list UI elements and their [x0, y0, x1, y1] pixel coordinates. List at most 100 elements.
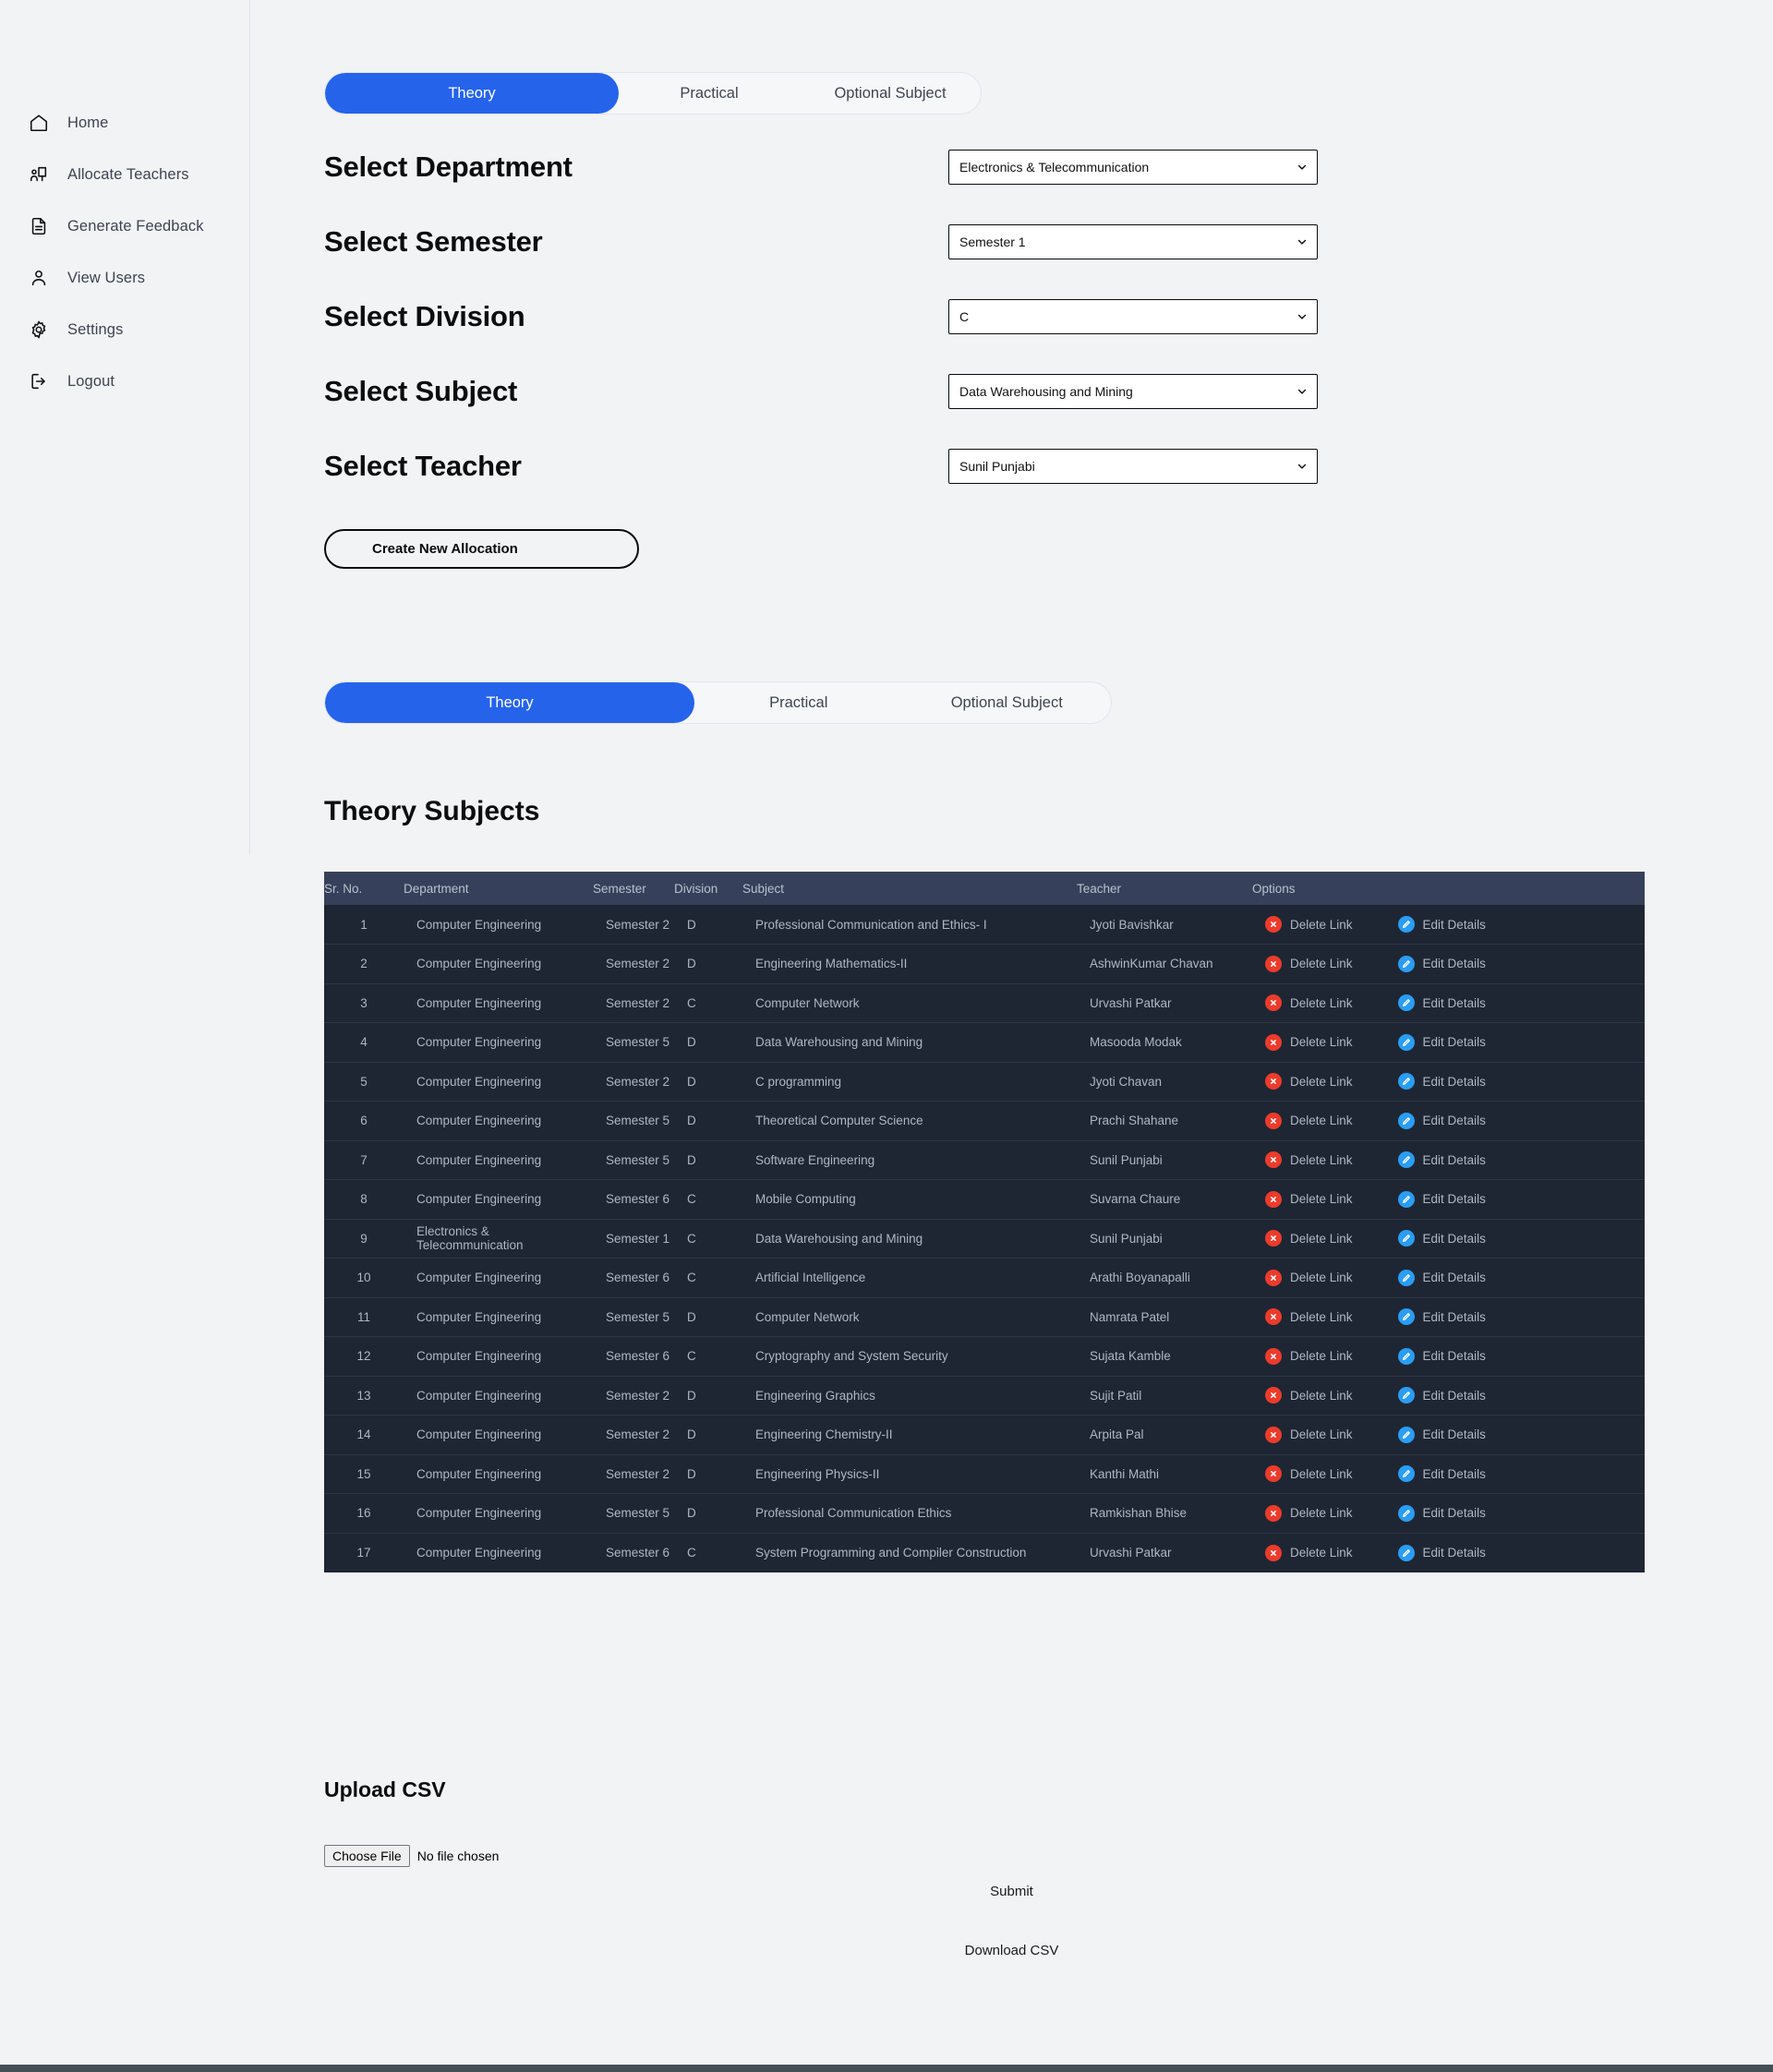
edit-details-button[interactable]: Edit Details [1397, 1387, 1486, 1404]
edit-details-label: Edit Details [1422, 1388, 1486, 1403]
semester-select[interactable]: Semester 1 [948, 223, 1318, 259]
create-new-allocation-button[interactable]: Create New Allocation [324, 529, 639, 569]
cell-semester: Semester 5 [593, 1101, 674, 1140]
cell-division: C [674, 1532, 742, 1572]
sidebar-item-logout[interactable]: Logout [0, 355, 249, 407]
tab-optional-subject-top[interactable]: Optional Subject [800, 73, 981, 114]
sidebar-item-label: View Users [67, 269, 146, 286]
delete-icon [1265, 1387, 1282, 1404]
cell-subject: Artificial Intelligence [742, 1258, 1077, 1297]
edit-details-button[interactable]: Edit Details [1397, 1426, 1486, 1443]
delete-link-button[interactable]: Delete Link [1265, 1151, 1353, 1169]
delete-link-button[interactable]: Delete Link [1265, 916, 1353, 933]
tab-theory-top[interactable]: Theory [325, 73, 619, 114]
sidebar-item-allocate-teachers[interactable]: Allocate Teachers [0, 149, 249, 200]
delete-link-button[interactable]: Delete Link [1265, 1426, 1353, 1443]
edit-details-button[interactable]: Edit Details [1397, 1033, 1486, 1051]
table-row: 8 Computer Engineering Semester 6 C Mobile C… [324, 1179, 1645, 1219]
edit-details-button[interactable]: Edit Details [1397, 1504, 1486, 1522]
cell-semester: Semester 6 [593, 1179, 674, 1219]
delete-link-button[interactable]: Delete Link [1265, 955, 1353, 972]
cell-sr-no: 8 [324, 1179, 404, 1219]
cell-department: Computer Engineering [404, 1532, 593, 1572]
cell-teacher: Ramkishan Bhise [1077, 1493, 1252, 1533]
edit-details-button[interactable]: Edit Details [1397, 1151, 1486, 1169]
delete-link-label: Delete Link [1290, 1192, 1353, 1207]
table-row: 15 Computer Engineering Semester 2 D Enginee… [324, 1453, 1645, 1494]
choose-file-button[interactable]: Choose File [324, 1845, 410, 1867]
tab-optional-subject-lower[interactable]: Optional Subject [903, 682, 1112, 723]
subject-select[interactable]: Data Warehousing and Mining [948, 373, 1318, 409]
tab-practical-top[interactable]: Practical [619, 73, 800, 114]
delete-link-button[interactable]: Delete Link [1265, 1190, 1353, 1208]
delete-link-button[interactable]: Delete Link [1265, 1269, 1353, 1286]
edit-details-button[interactable]: Edit Details [1397, 1190, 1486, 1208]
cell-teacher: Jyoti Chavan [1077, 1061, 1252, 1102]
cell-subject: Computer Network [742, 982, 1077, 1023]
edit-icon [1397, 1073, 1415, 1090]
cell-department: Computer Engineering [404, 1101, 593, 1140]
delete-link-label: Delete Link [1290, 917, 1353, 932]
sidebar-item-home[interactable]: Home [0, 97, 249, 149]
download-csv-link[interactable]: Download CSV [250, 1943, 1773, 1958]
edit-details-label: Edit Details [1422, 1074, 1486, 1089]
allocation-form: Select Department Electronics & Telecomm… [324, 129, 1358, 503]
cell-options: Delete Link Edit Details [1252, 1453, 1645, 1494]
cell-subject: C programming [742, 1061, 1077, 1102]
cell-options: Delete Link Edit Details [1252, 982, 1645, 1023]
edit-details-button[interactable]: Edit Details [1397, 955, 1486, 972]
cell-division: D [674, 1415, 742, 1454]
cell-options: Delete Link Edit Details [1252, 1375, 1645, 1415]
tab-practical-lower[interactable]: Practical [694, 682, 903, 723]
cell-department: Computer Engineering [404, 1296, 593, 1337]
delete-link-button[interactable]: Delete Link [1265, 1073, 1353, 1090]
presentation-user-icon [28, 163, 50, 186]
footer-bar [0, 2065, 1773, 2072]
delete-link-button[interactable]: Delete Link [1265, 1347, 1353, 1365]
sidebar-item-settings[interactable]: Settings [0, 304, 249, 355]
cell-options: Delete Link Edit Details [1252, 944, 1645, 983]
table-head: Sr. No. Department Semester Division Sub… [324, 872, 1645, 905]
submit-button[interactable]: Submit [250, 1884, 1773, 1899]
table-row: 7 Computer Engineering Semester 5 D Software… [324, 1139, 1645, 1180]
cell-sr-no: 16 [324, 1493, 404, 1533]
tab-theory-lower[interactable]: Theory [325, 682, 694, 723]
delete-icon [1265, 1190, 1282, 1208]
edit-details-button[interactable]: Edit Details [1397, 916, 1486, 933]
sidebar-nav-list: Home Allocate Teachers Generate Feedback [0, 97, 249, 407]
edit-details-button[interactable]: Edit Details [1397, 994, 1486, 1012]
edit-details-button[interactable]: Edit Details [1397, 1465, 1486, 1483]
cell-semester: Semester 6 [593, 1532, 674, 1572]
delete-link-button[interactable]: Delete Link [1265, 1504, 1353, 1522]
sidebar-item-generate-feedback[interactable]: Generate Feedback [0, 200, 249, 252]
edit-details-button[interactable]: Edit Details [1397, 1269, 1486, 1286]
delete-icon [1265, 1230, 1282, 1247]
delete-link-button[interactable]: Delete Link [1265, 1033, 1353, 1051]
edit-icon [1397, 1190, 1415, 1208]
delete-link-button[interactable]: Delete Link [1265, 1308, 1353, 1326]
delete-link-button[interactable]: Delete Link [1265, 1465, 1353, 1483]
table-row: 12 Computer Engineering Semester 6 C Cryptog… [324, 1336, 1645, 1376]
teacher-select[interactable]: Sunil Punjabi [948, 448, 1318, 484]
table-row: 1 Computer Engineering Semester 2 D Professi… [324, 905, 1645, 945]
edit-details-button[interactable]: Edit Details [1397, 1230, 1486, 1247]
delete-link-button[interactable]: Delete Link [1265, 1387, 1353, 1404]
division-select[interactable]: C [948, 298, 1318, 334]
delete-link-button[interactable]: Delete Link [1265, 994, 1353, 1012]
cell-division: C [674, 982, 742, 1023]
sidebar-item-view-users[interactable]: View Users [0, 252, 249, 304]
edit-details-button[interactable]: Edit Details [1397, 1544, 1486, 1561]
delete-link-button[interactable]: Delete Link [1265, 1112, 1353, 1129]
edit-details-button[interactable]: Edit Details [1397, 1073, 1486, 1090]
edit-details-button[interactable]: Edit Details [1397, 1347, 1486, 1365]
column-header-department: Department [404, 872, 593, 905]
cell-department: Computer Engineering [404, 1179, 593, 1219]
cell-teacher: Sunil Punjabi [1077, 1139, 1252, 1180]
edit-details-button[interactable]: Edit Details [1397, 1112, 1486, 1129]
delete-link-button[interactable]: Delete Link [1265, 1230, 1353, 1247]
edit-details-button[interactable]: Edit Details [1397, 1308, 1486, 1326]
label-select-semester: Select Semester [324, 224, 543, 258]
delete-link-button[interactable]: Delete Link [1265, 1544, 1353, 1561]
delete-icon [1265, 1544, 1282, 1561]
department-select[interactable]: Electronics & Telecommunication [948, 149, 1318, 185]
